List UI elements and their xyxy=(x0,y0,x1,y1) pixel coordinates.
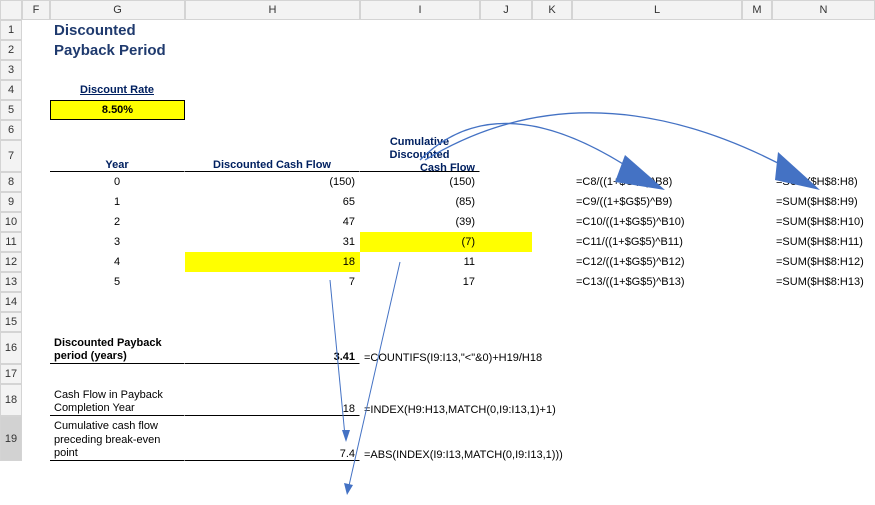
row-header-11[interactable]: 11 xyxy=(0,232,22,252)
col-header-L[interactable]: L xyxy=(572,0,742,20)
col-header-K[interactable]: K xyxy=(532,0,572,20)
formula-cell[interactable]: =C13/((1+$G$5)^B13) xyxy=(572,272,742,292)
formula-cell[interactable]: =SUM($H$8:H13) xyxy=(772,272,875,292)
formula-cell[interactable]: =C10/((1+$G$5)^B10) xyxy=(572,212,742,232)
row-header-19[interactable]: 19 xyxy=(0,416,22,461)
table-row[interactable]: (150) xyxy=(360,172,480,192)
row-header-13[interactable]: 13 xyxy=(0,272,22,292)
table-row[interactable]: 3 xyxy=(50,232,185,252)
table-row[interactable]: 1 xyxy=(50,192,185,212)
discount-rate-value[interactable]: 8.50% xyxy=(50,100,185,120)
formula-cell[interactable]: =C11/((1+$G$5)^B11) xyxy=(572,232,742,252)
cum-formula[interactable]: =ABS(INDEX(I9:I13,MATCH(0,I9:I13,1))) xyxy=(360,416,480,461)
header-cdcf[interactable]: Cumulative Discounted Cash Flow xyxy=(360,140,480,172)
formula-cell[interactable]: =C8/((1+$G$5)^B8) xyxy=(572,172,742,192)
formula-cell[interactable]: =SUM($H$8:H12) xyxy=(772,252,875,272)
payback-value[interactable]: 3.41 xyxy=(185,332,360,364)
cf-label[interactable]: Cash Flow in Payback Completion Year xyxy=(50,384,185,416)
cum-label[interactable]: Cumulative cash flow preceding break-eve… xyxy=(50,416,185,461)
title-line1[interactable]: Discounted xyxy=(50,20,185,40)
header-year[interactable]: Year xyxy=(50,140,185,172)
header-dcf[interactable]: Discounted Cash Flow xyxy=(185,140,360,172)
table-row[interactable]: 0 xyxy=(50,172,185,192)
col-header-H[interactable]: H xyxy=(185,0,360,20)
col-header-J[interactable]: J xyxy=(480,0,532,20)
table-row[interactable]: 4 xyxy=(50,252,185,272)
cum-value[interactable]: 7.4 xyxy=(185,416,360,461)
table-row[interactable]: 18 xyxy=(185,252,360,272)
col-header-N[interactable]: N xyxy=(772,0,875,20)
row-header-4[interactable]: 4 xyxy=(0,80,22,100)
table-row[interactable]: (39) xyxy=(360,212,480,232)
payback-formula[interactable]: =COUNTIFS(I9:I13,"<"&0)+H19/H18 xyxy=(360,332,480,364)
row-header-9[interactable]: 9 xyxy=(0,192,22,212)
row-header-7[interactable]: 7 xyxy=(0,140,22,172)
row-header-2[interactable]: 2 xyxy=(0,40,22,60)
cell[interactable] xyxy=(22,20,50,40)
row-header-10[interactable]: 10 xyxy=(0,212,22,232)
row-header-6[interactable]: 6 xyxy=(0,120,22,140)
discount-rate-label[interactable]: Discount Rate xyxy=(50,80,185,100)
spreadsheet-grid: F G H I J K L M N 1 Discounted 2 Payback… xyxy=(0,0,875,461)
row-header-5[interactable]: 5 xyxy=(0,100,22,120)
table-row[interactable]: (150) xyxy=(185,172,360,192)
title-line2[interactable]: Payback Period xyxy=(50,40,185,60)
formula-cell[interactable]: =SUM($H$8:H11) xyxy=(772,232,875,252)
formula-cell[interactable]: =C12/((1+$G$5)^B12) xyxy=(572,252,742,272)
row-header-14[interactable]: 14 xyxy=(0,292,22,312)
row-header-18[interactable]: 18 xyxy=(0,384,22,416)
col-header-I[interactable]: I xyxy=(360,0,480,20)
col-header-M[interactable]: M xyxy=(742,0,772,20)
payback-label[interactable]: Discounted Payback period (years) xyxy=(50,332,185,364)
row-header-3[interactable]: 3 xyxy=(0,60,22,80)
formula-cell[interactable]: =SUM($H$8:H9) xyxy=(772,192,875,212)
row-header-1[interactable]: 1 xyxy=(0,20,22,40)
row-header-16[interactable]: 16 xyxy=(0,332,22,364)
table-row[interactable]: (7) xyxy=(360,232,480,252)
formula-cell[interactable]: =C9/((1+$G$5)^B9) xyxy=(572,192,742,212)
row-header-17[interactable]: 17 xyxy=(0,364,22,384)
col-header-F[interactable]: F xyxy=(22,0,50,20)
formula-cell[interactable]: =SUM($H$8:H8) xyxy=(772,172,875,192)
row-header-8[interactable]: 8 xyxy=(0,172,22,192)
table-row[interactable]: 47 xyxy=(185,212,360,232)
formula-cell[interactable]: =SUM($H$8:H10) xyxy=(772,212,875,232)
corner-cell[interactable] xyxy=(0,0,22,20)
row-header-12[interactable]: 12 xyxy=(0,252,22,272)
table-row[interactable]: 5 xyxy=(50,272,185,292)
table-row[interactable]: 2 xyxy=(50,212,185,232)
table-row[interactable]: (85) xyxy=(360,192,480,212)
cf-value[interactable]: 18 xyxy=(185,384,360,416)
col-header-G[interactable]: G xyxy=(50,0,185,20)
cf-formula[interactable]: =INDEX(H9:H13,MATCH(0,I9:I13,1)+1) xyxy=(360,384,480,416)
table-row[interactable]: 17 xyxy=(360,272,480,292)
table-row[interactable]: 65 xyxy=(185,192,360,212)
row-header-15[interactable]: 15 xyxy=(0,312,22,332)
table-row[interactable]: 31 xyxy=(185,232,360,252)
table-row[interactable]: 11 xyxy=(360,252,480,272)
table-row[interactable]: 7 xyxy=(185,272,360,292)
